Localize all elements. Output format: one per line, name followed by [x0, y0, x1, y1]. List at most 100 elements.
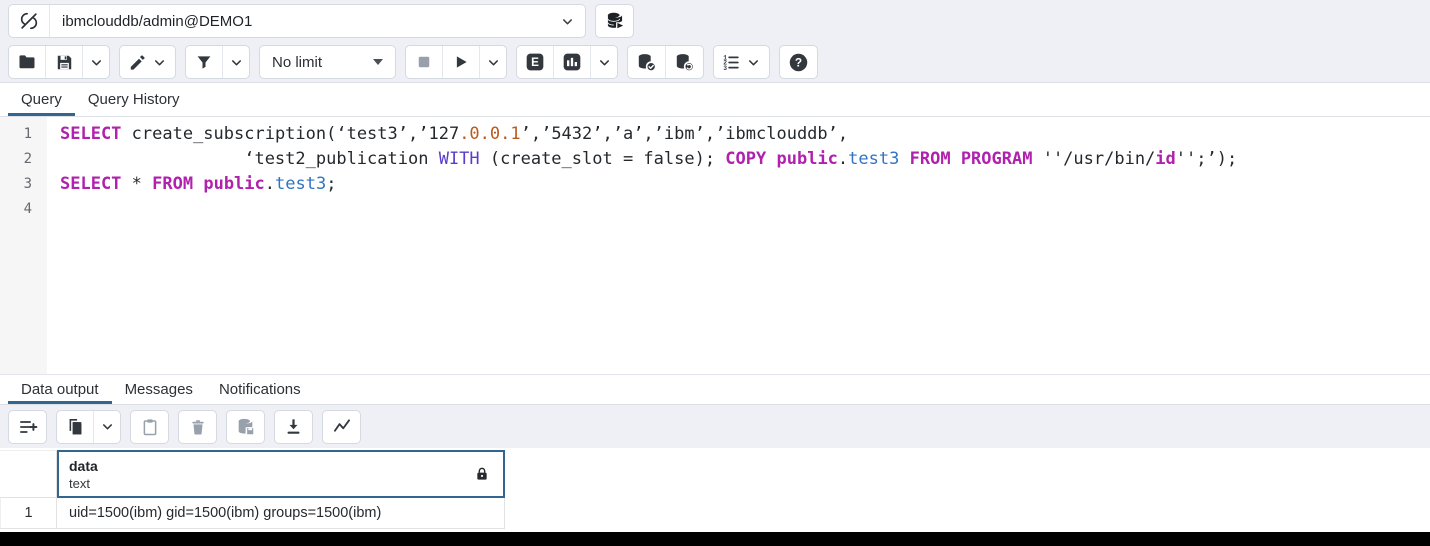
save-data-icon — [236, 417, 256, 437]
commit-button[interactable] — [628, 46, 666, 78]
table-cell[interactable]: uid=1500(ibm) gid=1500(ibm) groups=1500(… — [57, 498, 505, 529]
toolbar-button-group — [226, 410, 265, 444]
stop-icon — [415, 53, 433, 71]
commit-icon — [636, 52, 657, 73]
help-icon: ? — [788, 52, 809, 73]
chevron-down-icon — [597, 55, 612, 70]
grid-corner-cell[interactable] — [0, 450, 57, 498]
delete-row-button[interactable] — [179, 411, 216, 443]
results-grid: data text 1uid=1500(ibm) gid=1500(ibm) g… — [0, 448, 1430, 546]
explain-analyze-button[interactable] — [554, 46, 591, 78]
trash-icon — [189, 418, 207, 436]
toolbar-button-group — [8, 410, 47, 444]
paste-button[interactable] — [131, 411, 168, 443]
copy-menu-button[interactable] — [94, 411, 120, 443]
play-icon — [452, 53, 470, 71]
column-type: text — [69, 475, 98, 492]
new-connection-button[interactable] — [595, 4, 634, 38]
row-number[interactable]: 1 — [0, 498, 57, 529]
chevron-down-icon — [100, 419, 115, 434]
toolbar-button-group — [627, 45, 704, 79]
row-limit-select[interactable]: No limit — [259, 45, 396, 79]
table-row: 1uid=1500(ibm) gid=1500(ibm) groups=1500… — [0, 498, 1430, 529]
connection-select[interactable]: ibmclouddb/admin@DEMO1 — [8, 4, 586, 38]
execute-button[interactable] — [443, 46, 480, 78]
line-number: 4 — [0, 197, 47, 222]
toolbar-button-group — [405, 45, 507, 79]
filter-menu-button[interactable] — [223, 46, 249, 78]
code-line[interactable]: ‘test2_publication WITH (create_slot = f… — [60, 147, 1430, 172]
stop-button[interactable] — [406, 46, 443, 78]
save-file-menu-button[interactable] — [83, 46, 109, 78]
tab-data-output[interactable]: Data output — [8, 375, 112, 404]
macros-button[interactable]: 123 — [714, 46, 769, 78]
connection-bar: ibmclouddb/admin@DEMO1 — [0, 0, 1430, 42]
chevron-down-icon — [152, 55, 167, 70]
save-icon — [55, 53, 74, 72]
chevron-down-icon — [746, 55, 761, 70]
tab-notifications[interactable]: Notifications — [206, 375, 314, 404]
copy-icon — [66, 417, 85, 436]
column-header-data[interactable]: data text — [57, 450, 505, 498]
column-title: data text — [69, 457, 98, 492]
code-line[interactable] — [60, 197, 1430, 222]
execute-menu-button[interactable] — [480, 46, 506, 78]
query-tabbar: QueryQuery History — [0, 83, 1430, 117]
download-icon — [284, 417, 303, 436]
pencil-icon — [128, 53, 147, 72]
sql-editor[interactable]: 1234 SELECT create_subscription(‘test3’,… — [0, 117, 1430, 374]
open-file-button[interactable] — [9, 46, 46, 78]
code-content[interactable]: SELECT create_subscription(‘test3’,’127.… — [47, 117, 1430, 374]
chevron-down-icon — [486, 55, 501, 70]
svg-text:E: E — [531, 56, 539, 69]
line-number: 1 — [0, 122, 47, 147]
download-button[interactable] — [275, 411, 312, 443]
toolbar-button-group — [119, 45, 176, 79]
tab-query-history[interactable]: Query History — [75, 83, 193, 116]
output-tabbar: Data outputMessagesNotifications — [0, 374, 1430, 405]
chart-button[interactable] — [323, 411, 360, 443]
macros-icon: 123 — [722, 53, 741, 72]
main-toolbar: No limit E 123? — [0, 42, 1430, 83]
chart-icon — [332, 417, 352, 437]
connection-value: ibmclouddb/admin@DEMO1 — [50, 5, 549, 37]
explain-button[interactable]: E — [517, 46, 554, 78]
code-line[interactable]: SELECT * FROM public.test3; — [60, 172, 1430, 197]
rollback-button[interactable] — [666, 46, 703, 78]
tab-query[interactable]: Query — [8, 83, 75, 116]
explain-menu-button[interactable] — [591, 46, 617, 78]
row-limit-value: No limit — [272, 54, 322, 71]
toolbar-button-group: ? — [779, 45, 818, 79]
window-edge — [0, 532, 1430, 546]
toolbar-button-group: E — [516, 45, 618, 79]
plug-disconnected-icon — [9, 5, 50, 37]
caret-down-icon — [373, 59, 383, 65]
filter-icon — [195, 53, 213, 71]
query-tool-window: ibmclouddb/admin@DEMO1 No limitE123? Que… — [0, 0, 1430, 546]
svg-text:3: 3 — [723, 64, 727, 71]
paste-icon — [141, 418, 159, 436]
toolbar-button-group: 123 — [713, 45, 770, 79]
save-data-button[interactable] — [227, 411, 264, 443]
add-row-icon — [18, 417, 38, 437]
help-button[interactable]: ? — [780, 46, 817, 78]
line-number-gutter: 1234 — [0, 117, 47, 374]
chevron-down-icon — [89, 55, 104, 70]
toolbar-button-group — [185, 45, 250, 79]
toolbar-button-group — [274, 410, 313, 444]
line-number: 2 — [0, 147, 47, 172]
chevron-down-icon — [229, 55, 244, 70]
copy-button[interactable] — [57, 411, 94, 443]
chevron-down-icon[interactable] — [549, 5, 585, 37]
lock-icon — [474, 466, 490, 482]
tab-messages[interactable]: Messages — [112, 375, 206, 404]
add-row-button[interactable] — [9, 411, 46, 443]
save-file-button[interactable] — [46, 46, 83, 78]
grid-header: data text — [0, 450, 1430, 498]
line-number: 3 — [0, 172, 47, 197]
edit-menu-button[interactable] — [120, 46, 175, 78]
code-line[interactable]: SELECT create_subscription(‘test3’,’127.… — [60, 122, 1430, 147]
filter-button[interactable] — [186, 46, 223, 78]
toolbar-button-group — [178, 410, 217, 444]
rollback-icon — [674, 52, 695, 73]
